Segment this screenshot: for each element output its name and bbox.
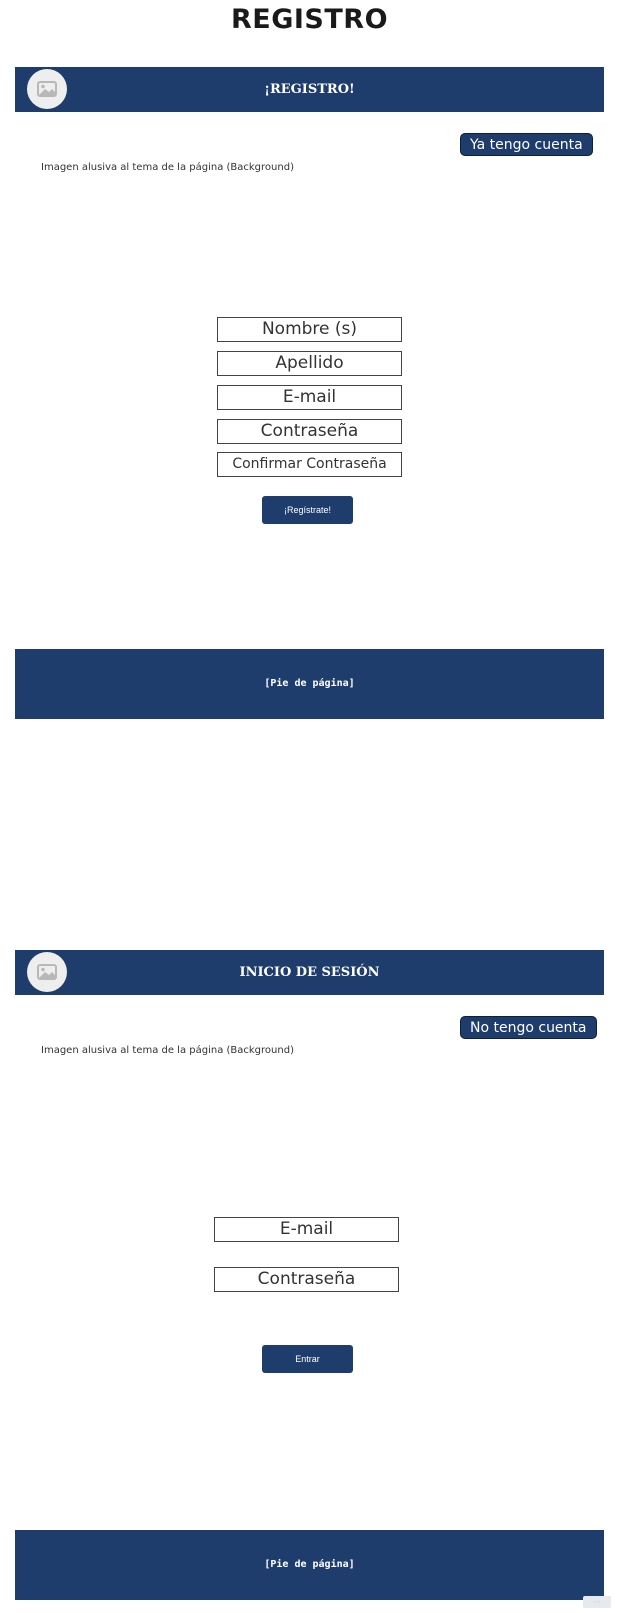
email-field[interactable]: E-mail bbox=[217, 385, 402, 410]
name-field[interactable]: Nombre (s) bbox=[217, 317, 402, 342]
header-title: INICIO DE SESIÓN bbox=[239, 965, 380, 980]
lastname-field[interactable]: Apellido bbox=[217, 351, 402, 376]
page-title: REGISTRO bbox=[230, 4, 389, 35]
background-note: Imagen alusiva al tema de la página (Bac… bbox=[41, 1045, 294, 1056]
registro-footer: [Pie de página] bbox=[15, 649, 604, 719]
login-footer: [Pie de página] bbox=[15, 1530, 604, 1600]
login-header: INICIO DE SESIÓN bbox=[15, 950, 604, 995]
register-button[interactable]: ¡Regístrate! bbox=[262, 496, 353, 524]
no-account-button[interactable]: No tengo cuenta bbox=[460, 1016, 597, 1039]
corner-mark: ⋯ bbox=[583, 1596, 611, 1608]
login-email-field[interactable]: E-mail bbox=[214, 1217, 399, 1242]
password-field[interactable]: Contraseña bbox=[217, 419, 402, 444]
registro-header: ¡REGISTRO! bbox=[15, 67, 604, 112]
have-account-button[interactable]: Ya tengo cuenta bbox=[460, 133, 593, 156]
confirm-password-field[interactable]: Confirmar Contraseña bbox=[217, 452, 402, 477]
header-title: ¡REGISTRO! bbox=[264, 82, 355, 97]
login-password-field[interactable]: Contraseña bbox=[214, 1267, 399, 1292]
background-note: Imagen alusiva al tema de la página (Bac… bbox=[41, 162, 294, 173]
login-button[interactable]: Entrar bbox=[262, 1345, 353, 1373]
